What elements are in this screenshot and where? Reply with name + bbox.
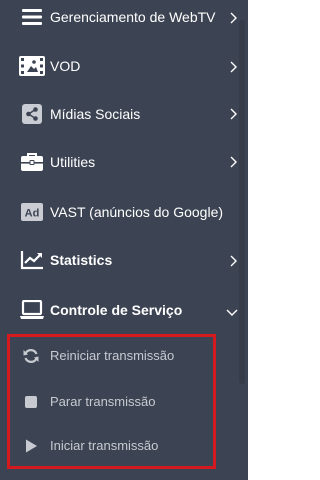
submenu-item-label: Parar transmissão [50, 394, 156, 409]
sidebar: Gerenciamento de WebTV VOD Mídias Sociai… [0, 0, 248, 480]
scrollbar-thumb[interactable] [239, 20, 245, 384]
briefcase-icon [20, 151, 44, 173]
share-icon [22, 104, 42, 124]
menu-item-label: VOD [50, 58, 81, 74]
menu-item-label: Mídias Sociais [50, 106, 141, 122]
line-chart-icon [20, 249, 44, 271]
chevron-right-icon [228, 12, 238, 24]
refresh-icon [23, 348, 39, 364]
submenu-item-restart-stream[interactable]: Reiniciar transmissão [0, 346, 239, 366]
hamburger-icon [20, 6, 44, 28]
menu-item-webtv-management[interactable]: Gerenciamento de WebTV [0, 6, 239, 28]
menu-item-label: Controle de Serviço [50, 302, 183, 318]
menu-item-label: Utilities [50, 154, 96, 170]
chevron-right-icon [228, 156, 238, 168]
menu-item-vast[interactable]: Ad VAST (anúncios do Google) [0, 201, 239, 223]
stop-icon [23, 394, 39, 410]
ad-icon: Ad [21, 203, 43, 221]
menu-item-vod[interactable]: VOD [0, 54, 239, 78]
menu-item-statistics[interactable]: Statistics [0, 249, 239, 271]
chevron-down-icon [226, 307, 238, 317]
submenu-item-label: Reiniciar transmissão [50, 348, 175, 363]
menu-item-label: Gerenciamento de WebTV [50, 9, 216, 25]
submenu-item-stop-stream[interactable]: Parar transmissão [0, 392, 239, 412]
menu-item-utilities[interactable]: Utilities [0, 151, 239, 173]
laptop-icon [19, 299, 45, 321]
submenu-item-label: Iniciar transmissão [50, 438, 159, 453]
ad-badge-text: Ad [25, 208, 40, 220]
play-icon [23, 438, 39, 454]
chevron-right-icon [228, 61, 238, 73]
page-edge [248, 0, 253, 480]
chevron-right-icon [228, 255, 238, 267]
submenu-item-start-stream[interactable]: Iniciar transmissão [0, 436, 239, 456]
menu-item-social-media[interactable]: Mídias Sociais [0, 103, 239, 125]
menu-item-service-control[interactable]: Controle de Serviço [0, 298, 239, 322]
chevron-right-icon [228, 108, 238, 120]
film-icon [18, 55, 46, 77]
menu-item-label: VAST (anúncios do Google) [50, 204, 224, 220]
menu-item-label: Statistics [50, 252, 113, 268]
